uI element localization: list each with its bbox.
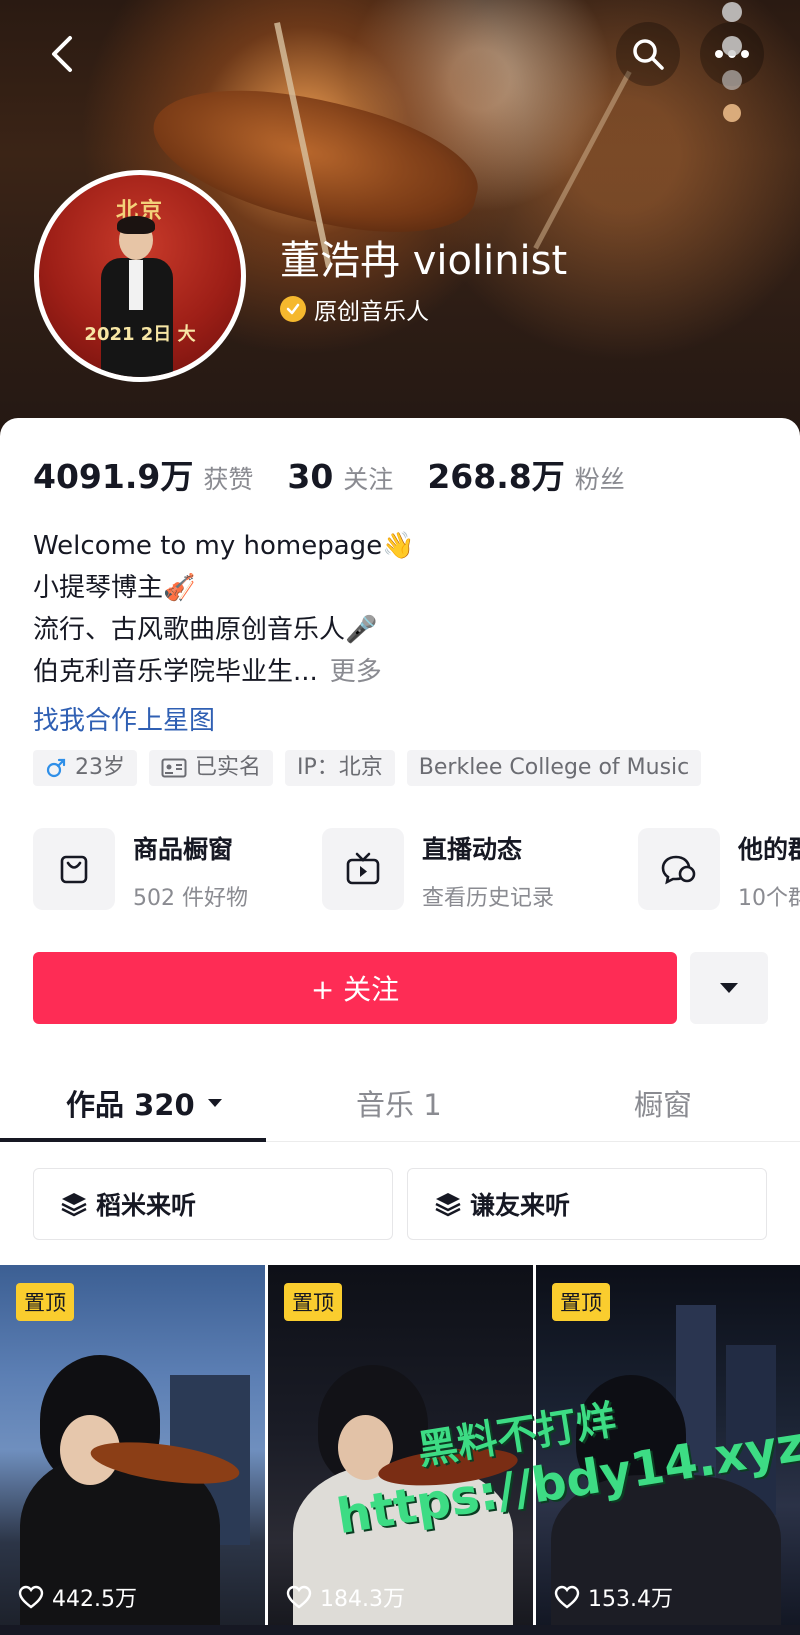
service-live-history[interactable]: 直播动态 查看历史记录 (322, 828, 555, 911)
service-groups[interactable]: 他的群 10个群 (638, 828, 800, 911)
stat-likes-count: 4091.9万 (33, 457, 194, 496)
service-subtitle: 502 件好物 (133, 886, 248, 911)
stat-followers-count: 268.8万 (427, 457, 565, 496)
video-likes-count: 184.3万 (320, 1587, 405, 1612)
chat-bubble-icon (638, 828, 720, 910)
verified-check-icon (280, 296, 306, 322)
indicator-dot-active (723, 104, 741, 122)
collection-chip[interactable]: 谦友来听 (407, 1168, 767, 1240)
back-arrow-icon (52, 36, 72, 72)
content-tabs: 作品 320 音乐 1 橱窗 (0, 1068, 800, 1142)
service-title: 商品橱窗 (133, 835, 234, 864)
active-tab-indicator (0, 1138, 266, 1142)
caret-down-icon (207, 1099, 222, 1107)
follow-options-button[interactable] (690, 952, 768, 1024)
pinned-badge: 置顶 (284, 1283, 342, 1321)
search-button[interactable] (616, 22, 680, 86)
profile-name: 董浩冉 violinist (280, 238, 568, 284)
tab-showcase[interactable]: 橱窗 (634, 1082, 692, 1124)
verified-badge: 原创音乐人 (280, 292, 429, 326)
tag-ip-location: IP：北京 (285, 750, 395, 786)
id-card-icon (161, 758, 187, 778)
service-title: 他的群 (738, 835, 800, 864)
stat-followers[interactable]: 268.8万 粉丝 (427, 450, 624, 498)
bio-line: 伯克利音乐学院毕业生... (33, 657, 318, 687)
profile-bio: Welcome to my homepage👋 小提琴博主🎻 流行、古风歌曲原创… (33, 525, 415, 693)
stat-following[interactable]: 30 关注 (287, 457, 393, 496)
collection-label: 稻米来听 (96, 1191, 197, 1220)
male-icon (46, 758, 66, 778)
pinned-badge: 置顶 (552, 1283, 610, 1321)
heart-icon (554, 1585, 580, 1609)
collections: 稻米来听 谦友来听 (33, 1168, 768, 1240)
avatar-date-text: 2021 2日 大 (84, 324, 196, 345)
bio-line-truncated: 伯克利音乐学院毕业生... 更多 (33, 651, 415, 693)
bottom-edge (0, 1625, 800, 1635)
tab-works-label: 作品 320 (66, 1088, 195, 1122)
search-icon (633, 39, 664, 70)
bio-line: Welcome to my homepage👋 (33, 531, 415, 561)
video-likes: 442.5万 (18, 1581, 137, 1613)
profile-services: 商品橱窗 502 件好物 直播动态 查看历史记录 他的群 10个群 (33, 828, 800, 911)
indicator-dot (722, 2, 742, 22)
video-likes-count: 153.4万 (588, 1587, 673, 1612)
violin-bow-shape-2 (533, 70, 632, 250)
profile-tags: 23岁 已实名 IP：北京 Berklee College of Music (33, 750, 713, 786)
stat-likes-label: 获赞 (203, 465, 254, 494)
collection-chip[interactable]: 稻米来听 (33, 1168, 393, 1240)
heart-icon (286, 1585, 312, 1609)
service-subtitle: 10个群 (738, 886, 800, 911)
bio-line: 流行、古风歌曲原创音乐人🎤 (33, 615, 378, 645)
service-title: 直播动态 (422, 835, 523, 864)
service-shop-window[interactable]: 商品橱窗 502 件好物 (33, 828, 248, 911)
layers-icon (61, 1193, 87, 1217)
layers-icon (435, 1193, 461, 1217)
service-subtitle: 查看历史记录 (422, 886, 555, 911)
bio-more-link[interactable]: 更多 (330, 657, 382, 687)
tag-age: 23岁 (33, 750, 137, 786)
tag-verified-text: 已实名 (195, 755, 262, 780)
avatar-person-figure (97, 216, 177, 377)
avatar[interactable]: 北京 2021 2日 大 (34, 170, 246, 382)
pinned-badge: 置顶 (16, 1283, 74, 1321)
avatar-hair (117, 216, 155, 234)
verified-label: 原创音乐人 (314, 299, 429, 325)
stat-followers-label: 粉丝 (574, 465, 625, 494)
indicator-dot (722, 36, 742, 56)
header-photo-indicator (722, 2, 742, 136)
stat-following-count: 30 (287, 457, 334, 496)
video-thumbnail[interactable]: 置顶 442.5万 (0, 1265, 265, 1635)
tag-age-text: 23岁 (75, 755, 125, 780)
collection-label: 谦友来听 (470, 1191, 571, 1220)
profile-stats: 4091.9万 获赞 30 关注 268.8万 粉丝 (33, 450, 659, 498)
tag-school: Berklee College of Music (406, 750, 702, 786)
heart-icon (18, 1585, 44, 1609)
indicator-dot (722, 70, 742, 90)
tab-works[interactable]: 作品 320 (66, 1082, 223, 1124)
caret-down-icon (720, 983, 738, 993)
tag-verified-realname: 已实名 (149, 750, 274, 786)
video-likes: 184.3万 (286, 1581, 405, 1613)
avatar-shirt (129, 260, 143, 310)
bio-line: 小提琴博主🎻 (33, 573, 196, 603)
tab-music[interactable]: 音乐 1 (356, 1082, 442, 1124)
video-likes-count: 442.5万 (52, 1587, 137, 1612)
cooperate-link[interactable]: 找我合作上星图 (33, 700, 215, 737)
stat-likes[interactable]: 4091.9万 获赞 (33, 450, 253, 498)
video-likes: 153.4万 (554, 1581, 673, 1613)
shopping-bag-icon (33, 828, 115, 910)
stat-following-label: 关注 (343, 465, 394, 494)
tv-icon (322, 828, 404, 910)
follow-button[interactable]: + 关注 (33, 952, 677, 1024)
back-button[interactable] (30, 22, 94, 86)
